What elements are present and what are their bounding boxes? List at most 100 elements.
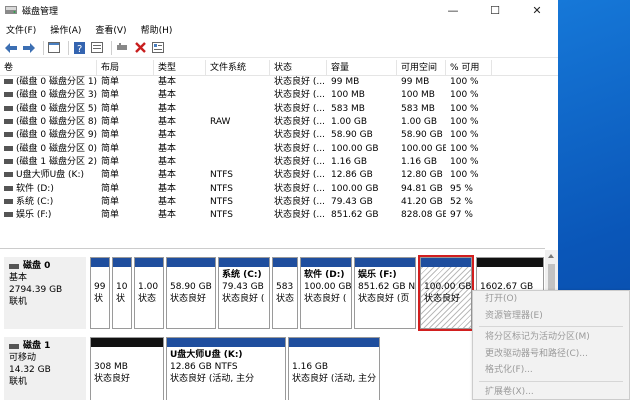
cell-volume: (磁盘 0 磁盘分区 9) [0, 129, 97, 142]
cell-capacity: 100.00 GB [331, 143, 379, 154]
cell-status: 状态良好 (... [274, 170, 325, 181]
context-menu: 打开(O) 资源管理器(E) 将分区标记为活动分区(M) 更改驱动器号和路径(C… [472, 290, 630, 400]
disk-1-partition-k[interactable]: U盘大师U盘 (K:) 12.86 GB NTFS 状态良好 (活动, 主分 [166, 337, 286, 400]
table-row[interactable]: 系统 (C:) 简单 基本 NTFS 状态良好 (... 79.43 GB 41.20 GB… [0, 196, 558, 209]
table-row[interactable]: (磁盘 0 磁盘分区 9) 简单 基本 状态良好 (... 58.90 GB 58.90 … [0, 129, 558, 142]
column-header-status[interactable]: 状态 [270, 59, 327, 76]
context-menu-change-drive-letter[interactable]: 更改驱动器号和路径(C)... [473, 346, 629, 363]
partition-status: 状态良好 (活动, 主分 [292, 374, 377, 384]
volume-name: (磁盘 0 磁盘分区 8) [16, 117, 97, 128]
table-row[interactable]: (磁盘 1 磁盘分区 2) 简单 基本 状态良好 (... 1.16 GB 1.16 GB… [0, 156, 558, 169]
cell-free-space: 828.08 GB [401, 210, 446, 221]
column-header-percent-free[interactable]: % 可用 [446, 59, 492, 76]
disk-0-partition-9[interactable]: 58.90 GB 状态良好 [166, 257, 216, 329]
disk-0-partition-8[interactable]: 1.00 状态 [134, 257, 164, 329]
column-header-empty [492, 60, 558, 76]
cell-volume: 软件 (D:) [0, 183, 97, 196]
cell-volume: 娱乐 (F:) [0, 209, 97, 222]
column-header-type[interactable]: 类型 [154, 59, 206, 76]
disk-0-partition-5[interactable]: 583 状态 [272, 257, 298, 329]
column-header-capacity[interactable]: 容量 [327, 59, 397, 76]
partition-bar [219, 258, 269, 267]
partition-bar [273, 258, 297, 267]
minimize-button[interactable]: — [432, 0, 474, 20]
volume-name: (磁盘 1 磁盘分区 2) [16, 156, 97, 167]
cell-volume: U盘大师U盘 (K:) [0, 169, 97, 182]
cell-layout: 简单 [101, 77, 120, 88]
menu-action[interactable]: 操作(A) [50, 23, 81, 36]
context-menu-format[interactable]: 格式化(F)... [473, 362, 629, 379]
cell-status: 状态良好 (... [274, 210, 325, 221]
context-menu-mark-active[interactable]: 将分区标记为活动分区(M) [473, 329, 629, 346]
partition-size: 99 [94, 282, 106, 292]
scroll-up-arrow-icon[interactable] [548, 254, 554, 258]
console-icon[interactable] [47, 41, 61, 55]
column-header-free-space[interactable]: 可用空间 [397, 59, 446, 76]
delete-icon[interactable] [133, 41, 147, 55]
menu-help[interactable]: 帮助(H) [141, 23, 173, 36]
connect-icon[interactable] [115, 41, 129, 55]
menu-file[interactable]: 文件(F) [6, 23, 36, 36]
disk-0-partition-c[interactable]: 系统 (C:) 79.43 GB 状态良好 ( [218, 257, 270, 329]
forward-arrow-icon[interactable] [22, 41, 36, 55]
disk-0-partition-3[interactable]: 10 状 [112, 257, 132, 329]
disk-0-partition-d[interactable]: 软件 (D:) 100.00 GB 状态良好 ( [300, 257, 352, 329]
toolbar-separator [68, 40, 69, 55]
disk-1-partition-1[interactable]: 308 MB 状态良好 [90, 337, 164, 400]
partition-status: 状态 [138, 294, 157, 304]
close-button[interactable]: ✕ [516, 0, 558, 20]
cell-layout: 简单 [101, 170, 120, 181]
partition-size: 100.00 GB [304, 282, 352, 292]
partition-size: 12.86 GB NTFS [170, 362, 238, 372]
properties-icon[interactable] [90, 41, 104, 55]
cell-free-space: 583 MB [401, 103, 435, 114]
context-menu-extend-volume[interactable]: 扩展卷(X)... [473, 384, 629, 400]
cell-free-space: 100.00 GB [401, 143, 446, 154]
column-header-filesystem[interactable]: 文件系统 [206, 59, 270, 76]
disk-0-partition-1[interactable]: 99 状 [90, 257, 110, 329]
help-icon[interactable]: ? [72, 41, 86, 55]
rescan-icon[interactable] [151, 41, 165, 55]
cell-volume: (磁盘 0 磁盘分区 0) [0, 143, 97, 156]
column-header-layout[interactable]: 布局 [97, 59, 154, 76]
cell-type: 基本 [158, 196, 177, 207]
volume-icon [4, 212, 13, 218]
table-row[interactable]: (磁盘 0 磁盘分区 8) 简单 基本 RAW 状态良好 (... 1.00 GB 1.00… [0, 116, 558, 129]
disk-0-label[interactable]: 磁盘 0 基本 2794.39 GB 联机 [4, 257, 86, 329]
cell-status: 状态良好 (... [274, 196, 325, 207]
cell-capacity: 58.90 GB [331, 130, 373, 141]
table-row[interactable]: (磁盘 0 磁盘分区 5) 简单 基本 状态良好 (... 583 MB 583 MB 10… [0, 103, 558, 116]
context-menu-open[interactable]: 打开(O) [473, 291, 629, 308]
cell-status: 状态良好 (... [274, 77, 325, 88]
volume-icon [4, 132, 13, 138]
back-arrow-icon[interactable] [4, 41, 18, 55]
volume-icon [4, 119, 13, 125]
selection-highlight [418, 255, 474, 331]
table-row[interactable]: (磁盘 0 磁盘分区 3) 简单 基本 状态良好 (... 100 MB 100 MB 10… [0, 89, 558, 102]
cell-percent-free: 100 % [450, 90, 479, 101]
table-row[interactable]: 娱乐 (F:) 简单 基本 NTFS 状态良好 (... 851.62 GB 828.08 … [0, 209, 558, 222]
table-body: (磁盘 0 磁盘分区 1) 简单 基本 状态良好 (... 99 MB 99 MB 100 … [0, 76, 558, 222]
table-row[interactable]: (磁盘 0 磁盘分区 1) 简单 基本 状态良好 (... 99 MB 99 MB 100 … [0, 76, 558, 89]
partition-status: 状态良好 ( [304, 294, 347, 304]
partition-status: 状态良好 (活动, 主分 [170, 374, 255, 384]
volume-name: (磁盘 0 磁盘分区 0) [16, 143, 97, 154]
cell-volume: (磁盘 1 磁盘分区 2) [0, 156, 97, 169]
title-bar[interactable]: 磁盘管理 — ☐ ✕ [0, 0, 558, 20]
table-row[interactable]: U盘大师U盘 (K:) 简单 基本 NTFS 状态良好 (... 12.86 GB 12.8… [0, 169, 558, 182]
volume-icon [4, 92, 13, 98]
menu-view[interactable]: 查看(V) [95, 23, 126, 36]
maximize-button[interactable]: ☐ [474, 0, 516, 20]
disk-1-partition-2[interactable]: 1.16 GB 状态良好 (活动, 主分 [288, 337, 380, 400]
context-menu-explorer[interactable]: 资源管理器(E) [473, 308, 629, 325]
cell-type: 基本 [158, 117, 177, 128]
partition-size: 10 [116, 282, 128, 292]
disk-1-label[interactable]: 磁盘 1 可移动 14.32 GB 联机 [4, 337, 86, 400]
cell-type: 基本 [158, 170, 177, 181]
disk-0-partition-f[interactable]: 娱乐 (F:) 851.62 GB N 状态良好 (页 [354, 257, 416, 329]
column-header-volume[interactable]: 卷 [0, 59, 97, 76]
table-row[interactable]: 软件 (D:) 简单 基本 NTFS 状态良好 (... 100.00 GB 94.81 G… [0, 182, 558, 195]
cell-percent-free: 100 % [450, 170, 479, 181]
table-row[interactable]: (磁盘 0 磁盘分区 0) 简单 基本 状态良好 (... 100.00 GB 100.0… [0, 142, 558, 155]
cell-free-space: 99 MB [401, 77, 430, 88]
